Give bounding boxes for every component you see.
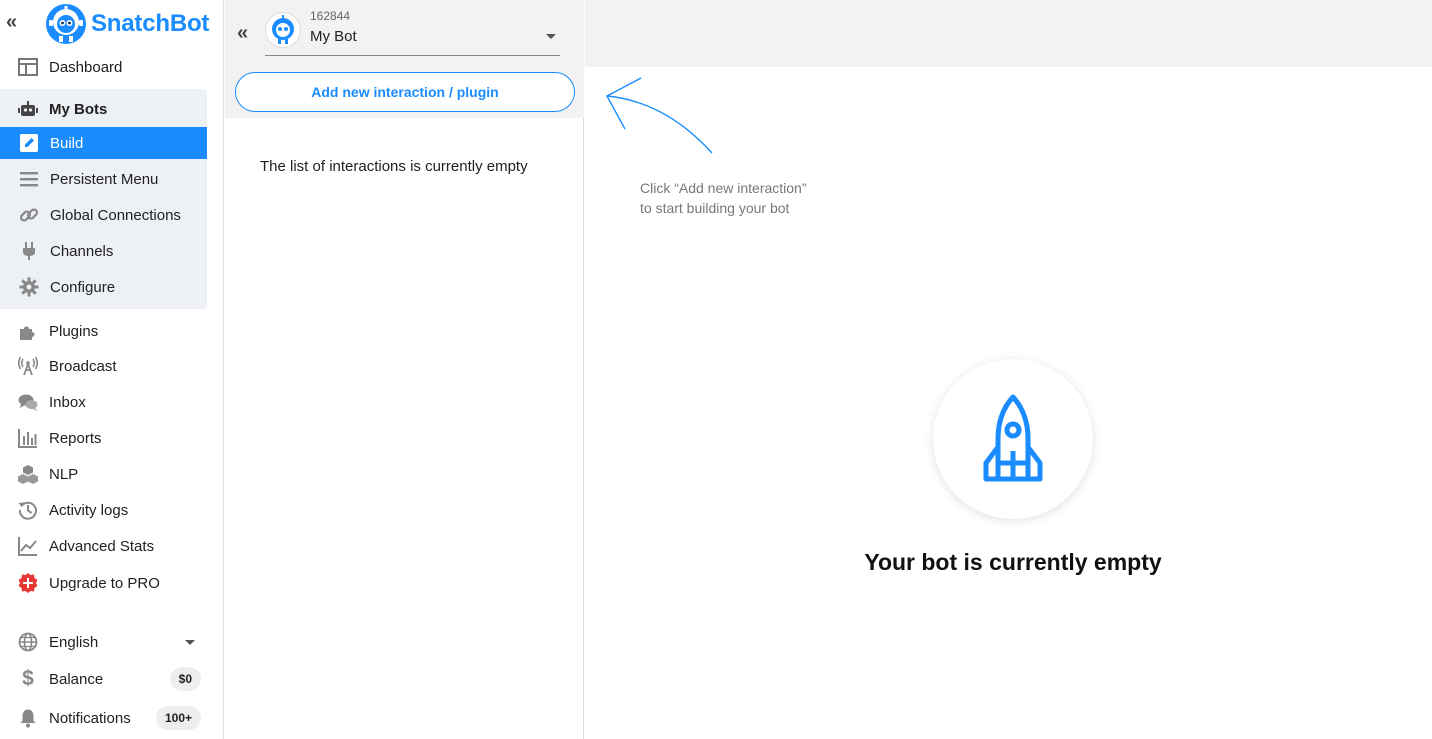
add-interaction-button[interactable]: Add new interaction / plugin [235, 72, 575, 112]
bot-id: 162844 [310, 9, 351, 23]
brand-logo[interactable]: SnatchBot [45, 3, 209, 45]
dollar-icon: $ [22, 667, 34, 690]
sidebar-item-plugins[interactable]: Plugins [0, 315, 207, 347]
empty-bot-title: Your bot is currently empty [864, 549, 1162, 575]
chat-icon [16, 390, 40, 414]
menu-icon [17, 167, 41, 191]
hint-line-2: to start building your bot [640, 200, 790, 216]
sidebar-item-label: Build [50, 134, 84, 152]
add-interaction-hint: Click “Add new interaction” to start bui… [640, 178, 807, 218]
bot-avatar-icon [265, 12, 301, 48]
sidebar-item-label: NLP [49, 465, 79, 483]
sidebar-item-build[interactable]: Build [0, 127, 207, 159]
globe-icon [16, 630, 40, 654]
rocket-badge [933, 359, 1093, 519]
balance-badge: $0 [169, 667, 201, 691]
empty-interactions-message: The list of interactions is currently em… [260, 158, 528, 175]
cubes-icon [16, 462, 40, 486]
sidebar-item-label: Channels [50, 242, 114, 260]
brand-name: SnatchBot [91, 10, 210, 37]
sidebar-item-reports[interactable]: Reports [0, 422, 207, 454]
bell-icon [16, 706, 40, 730]
sidebar-collapse-button[interactable]: « [6, 12, 26, 34]
panel-collapse-button[interactable]: « [237, 22, 248, 45]
sidebar-item-global-connections[interactable]: Global Connections [0, 199, 207, 231]
bot-canvas: Click “Add new interaction” to start bui… [585, 0, 1432, 739]
sidebar-item-label: Activity logs [49, 501, 129, 519]
interactions-panel: « 162844 My Bot Add new interaction / pl… [225, 0, 584, 739]
bot-name: My Bot [310, 28, 357, 45]
sidebar-item-inbox[interactable]: Inbox [0, 386, 207, 418]
notifications-label: Notifications [49, 709, 131, 727]
pencil-icon [17, 131, 41, 155]
sidebar-item-label: My Bots [49, 100, 108, 118]
rocket-icon [983, 394, 1043, 482]
notifications-badge: 100+ [155, 706, 201, 730]
chevron-down-icon [185, 639, 195, 645]
puzzle-icon [16, 319, 40, 343]
language-label: English [49, 633, 99, 651]
history-icon [16, 498, 40, 522]
interactions-panel-header: « 162844 My Bot Add new interaction / pl… [225, 0, 584, 118]
chevron-down-icon [546, 34, 556, 39]
sidebar-item-nlp[interactable]: NLP [0, 458, 207, 490]
sidebar-item-label: Configure [50, 278, 116, 296]
sidebar-item-label: Inbox [49, 393, 86, 411]
sidebar-item-configure[interactable]: Configure [0, 271, 207, 303]
sidebar-item-balance[interactable]: $ Balance $0 [0, 663, 207, 695]
snatchbot-logo-icon [46, 4, 86, 44]
bar-chart-icon [16, 426, 40, 450]
language-select[interactable]: English [0, 626, 207, 658]
sidebar-item-label: Dashboard [49, 58, 123, 76]
sidebar-item-dashboard[interactable]: Dashboard [0, 51, 207, 83]
pointer-arrow-icon [606, 77, 713, 154]
sidebar-item-label: Persistent Menu [50, 170, 159, 188]
sidebar-item-advanced-stats[interactable]: Advanced Stats [0, 530, 207, 562]
bot-select-dropdown[interactable]: 162844 My Bot [265, 8, 560, 56]
sidebar-item-label: Upgrade to PRO [49, 574, 160, 592]
sidebar-item-channels[interactable]: Channels [0, 235, 207, 267]
sidebar-item-label: Global Connections [50, 206, 181, 224]
sidebar: « SnatchBot Dashboard My Bots Build Pers… [0, 0, 224, 739]
dashboard-icon [16, 55, 40, 79]
link-icon [17, 203, 41, 227]
sidebar-item-label: Plugins [49, 322, 99, 340]
line-chart-icon [16, 534, 40, 558]
sidebar-item-label: Broadcast [49, 357, 117, 375]
sidebar-item-label: Reports [49, 429, 102, 447]
sidebar-item-my-bots[interactable]: My Bots [0, 93, 207, 125]
broadcast-icon [16, 354, 40, 378]
canvas-header [585, 0, 1432, 67]
sidebar-item-upgrade-pro[interactable]: Upgrade to PRO [0, 567, 207, 599]
sidebar-item-persistent-menu[interactable]: Persistent Menu [0, 163, 207, 195]
plug-icon [17, 239, 41, 263]
sidebar-item-label: Advanced Stats [49, 537, 155, 555]
upgrade-icon [16, 571, 40, 595]
sidebar-item-activity-logs[interactable]: Activity logs [0, 494, 207, 526]
gear-icon [17, 275, 41, 299]
robot-icon [16, 97, 40, 121]
sidebar-item-broadcast[interactable]: Broadcast [0, 350, 207, 382]
hint-line-1: Click “Add new interaction” [640, 180, 807, 196]
sidebar-item-notifications[interactable]: Notifications 100+ [0, 702, 207, 734]
balance-label: Balance [49, 670, 104, 688]
